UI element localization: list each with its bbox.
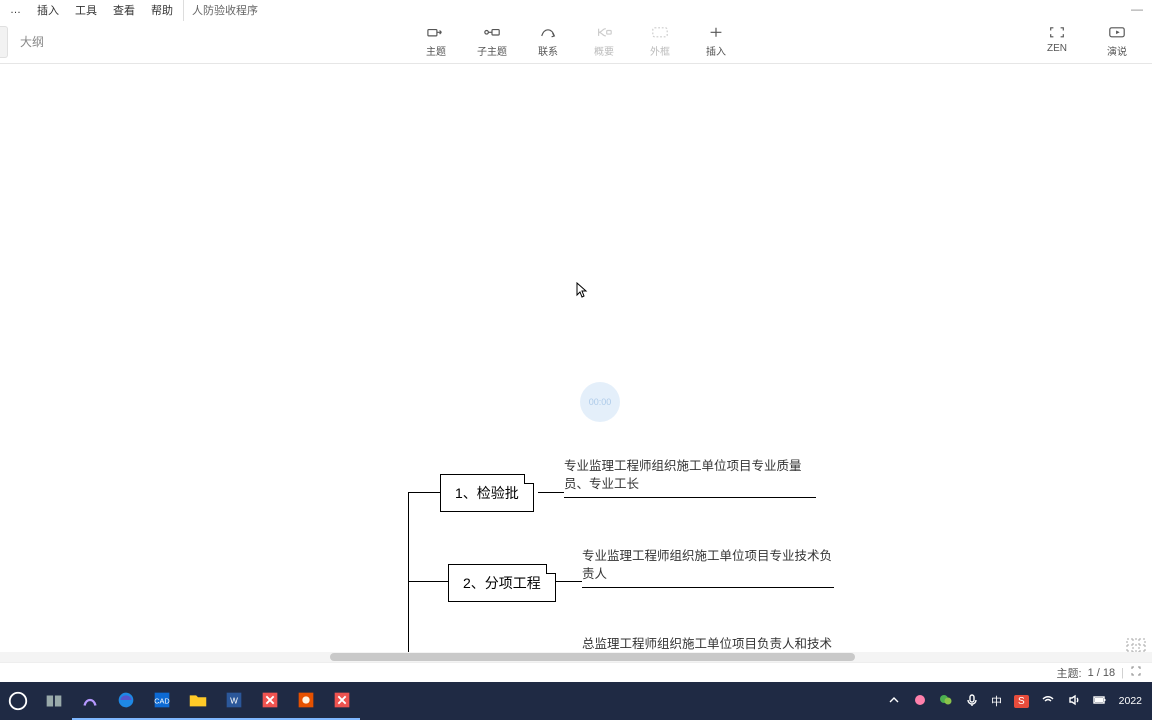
tray-volume-icon[interactable] <box>1067 693 1081 710</box>
zoom-fit-icon[interactable] <box>1130 665 1142 680</box>
topic-label: 主题 <box>426 43 446 58</box>
menu-tools[interactable]: 工具 <box>67 0 105 21</box>
toolbar: 大纲 主题 子主题 联系 概要 外框 插入 ZEN <box>0 20 1152 64</box>
connector <box>538 492 564 493</box>
taskbar-app-explorer[interactable] <box>180 682 216 720</box>
taskbar-app-edge[interactable] <box>108 682 144 720</box>
tray-wechat-icon[interactable] <box>939 693 953 710</box>
node-fold-icon <box>524 474 534 484</box>
status-topic-count: 1 / 18 <box>1088 667 1116 679</box>
zen-label: ZEN <box>1047 43 1067 54</box>
relation-icon <box>539 26 557 40</box>
fullscreen-icon <box>1048 26 1066 40</box>
status-topic-label: 主题: <box>1057 665 1082 681</box>
node-sub-project[interactable]: 2、分项工程 <box>448 564 556 602</box>
insert-button[interactable]: 插入 <box>701 26 731 58</box>
clock-date: 2022 <box>1119 696 1142 707</box>
document-title: 人防验收程序 <box>183 0 266 21</box>
task-view-button[interactable] <box>36 682 72 720</box>
horizontal-scrollbar[interactable] <box>0 652 1152 662</box>
view-tab-mindmap[interactable] <box>0 26 8 58</box>
taskbar-app-cad[interactable]: CAD <box>144 682 180 720</box>
timer-watermark: 00:00 <box>580 382 620 422</box>
tray-mic-icon[interactable] <box>965 693 979 710</box>
taskbar-app-word[interactable]: W <box>216 682 252 720</box>
zen-button[interactable]: ZEN <box>1042 26 1072 58</box>
summary-label: 概要 <box>594 43 614 58</box>
menu-view[interactable]: 查看 <box>105 0 143 21</box>
taskbar-app-1[interactable] <box>72 682 108 720</box>
node-inspection-batch-detail[interactable]: 专业监理工程师组织施工单位项目专业质量员、专业工长 <box>564 458 816 498</box>
svg-text:CAD: CAD <box>154 697 169 706</box>
boundary-icon <box>651 26 669 40</box>
present-button[interactable]: 演说 <box>1102 26 1132 58</box>
boundary-button: 外框 <box>645 26 675 58</box>
menu-help[interactable]: 帮助 <box>143 0 181 21</box>
menu-file[interactable]: … <box>2 1 29 19</box>
topic-icon <box>427 26 445 40</box>
play-icon <box>1108 26 1126 40</box>
status-bar: 主题: 1 / 18 | <box>0 662 1152 682</box>
tray-ime-lang[interactable]: 中 <box>991 693 1002 709</box>
insert-label: 插入 <box>706 43 726 58</box>
tray-chevron-icon[interactable] <box>887 693 901 710</box>
status-separator: | <box>1121 667 1124 679</box>
subtopic-icon <box>483 26 501 40</box>
connector <box>556 581 582 582</box>
taskbar-app-xmind-1[interactable] <box>252 682 288 720</box>
subtopic-button[interactable]: 子主题 <box>477 26 507 58</box>
taskbar-clock[interactable]: 2022 <box>1119 696 1142 707</box>
summary-icon <box>595 26 613 40</box>
plus-icon <box>707 26 725 40</box>
taskbar: CAD W 中 S 2022 <box>0 682 1152 720</box>
relation-label: 联系 <box>538 43 558 58</box>
present-label: 演说 <box>1107 43 1127 58</box>
canvas[interactable]: 00:00 1、检验批 专业监理工程师组织施工单位项目专业质量员、专业工长 2、… <box>0 64 1152 662</box>
topic-button[interactable]: 主题 <box>421 26 451 58</box>
node-inspection-batch[interactable]: 1、检验批 <box>440 474 534 512</box>
start-button[interactable] <box>0 682 36 720</box>
relation-button[interactable]: 联系 <box>533 26 563 58</box>
connector <box>408 492 409 652</box>
boundary-label: 外框 <box>650 43 670 58</box>
taskbar-app-xmind-2[interactable] <box>324 682 360 720</box>
subtopic-label: 子主题 <box>477 43 507 58</box>
menu-insert[interactable]: 插入 <box>29 0 67 21</box>
node-fold-icon <box>546 564 556 574</box>
view-tab-outline[interactable]: 大纲 <box>14 27 50 56</box>
tray-ime-badge[interactable]: S <box>1014 695 1029 708</box>
cursor-icon <box>576 282 588 301</box>
node-sub-project-detail[interactable]: 专业监理工程师组织施工单位项目专业技术负责人 <box>582 548 834 588</box>
connector <box>408 492 440 493</box>
node-label: 1、检验批 <box>455 485 519 501</box>
tray-battery-icon[interactable] <box>1093 693 1107 710</box>
tray-app-icon[interactable] <box>913 693 927 710</box>
window-minimize-button[interactable]: — <box>1128 2 1146 16</box>
scrollbar-thumb[interactable] <box>330 653 855 661</box>
connector <box>408 581 448 582</box>
tray-wifi-icon[interactable] <box>1041 693 1055 710</box>
summary-button: 概要 <box>589 26 619 58</box>
svg-text:W: W <box>230 697 238 706</box>
taskbar-app-wps[interactable] <box>288 682 324 720</box>
menu-bar: … 插入 工具 查看 帮助 人防验收程序 — <box>0 0 1152 20</box>
node-label: 2、分项工程 <box>463 575 541 591</box>
